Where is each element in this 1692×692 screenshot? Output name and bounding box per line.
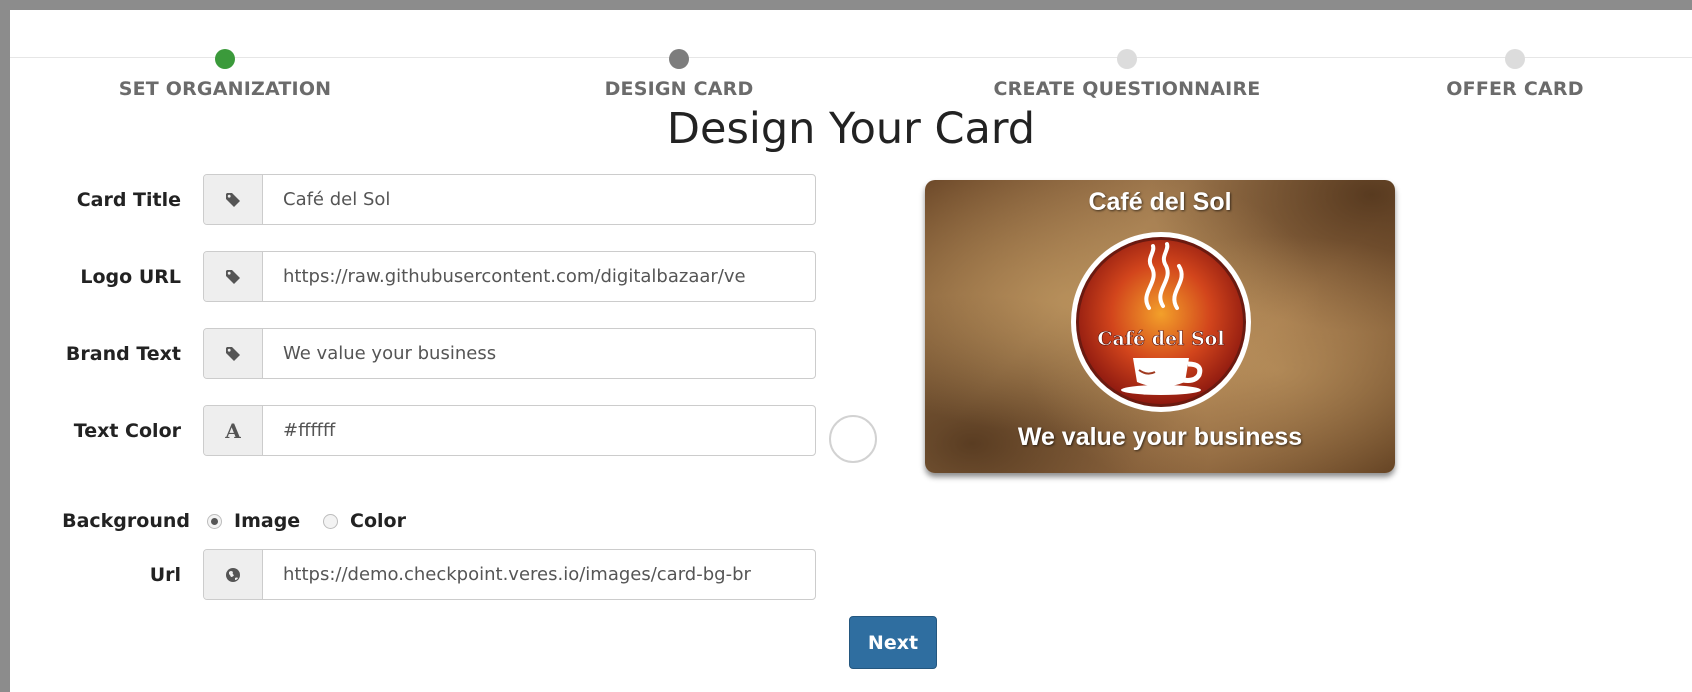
step-design-card[interactable]: DESIGN CARD	[529, 10, 829, 100]
step-dot-current	[669, 49, 689, 69]
card-logo-text: Café del Sol	[1097, 328, 1224, 350]
logo-url-input[interactable]	[263, 252, 815, 301]
step-dot-done	[215, 49, 235, 69]
card-preview-brand-text: We value your business	[1017, 423, 1303, 451]
text-color-input[interactable]	[263, 406, 815, 455]
step-label: OFFER CARD	[1446, 78, 1584, 100]
logo-url-input-group	[203, 251, 816, 302]
tag-icon	[204, 175, 263, 224]
card-title-label: Card Title	[76, 189, 181, 211]
text-color-label: Text Color	[73, 420, 181, 442]
background-color-option[interactable]: Color	[323, 506, 406, 536]
background-row: Background Image Color	[10, 506, 510, 536]
card-preview-title: Café del Sol	[1088, 188, 1232, 216]
radio-selected-icon[interactable]	[207, 513, 222, 529]
step-offer-card[interactable]: OFFER CARD	[1365, 10, 1665, 100]
card-preview: Café del Sol Café del Sol We value your …	[925, 180, 1395, 473]
cafe-logo-icon: Café del Sol	[1071, 232, 1251, 412]
step-dot-pending	[1505, 49, 1525, 69]
page-frame: SET ORGANIZATION DESIGN CARD CREATE QUES…	[10, 10, 1692, 692]
next-button[interactable]: Next	[849, 616, 937, 669]
step-label: CREATE QUESTIONNAIRE	[993, 78, 1261, 100]
globe-icon	[204, 550, 263, 599]
step-label: DESIGN CARD	[604, 78, 754, 100]
text-color-input-group: A	[203, 405, 816, 456]
radio-label-color: Color	[350, 510, 406, 532]
radio-unselected-icon[interactable]	[323, 513, 338, 529]
url-label: Url	[149, 564, 181, 586]
tag-icon	[204, 252, 263, 301]
color-swatch[interactable]	[829, 415, 877, 463]
brand-text-label: Brand Text	[65, 343, 181, 365]
logo-url-label: Logo URL	[80, 266, 181, 288]
step-set-organization[interactable]: SET ORGANIZATION	[75, 10, 375, 100]
step-create-questionnaire[interactable]: CREATE QUESTIONNAIRE	[977, 10, 1277, 100]
background-label: Background	[62, 510, 190, 532]
url-input[interactable]	[263, 550, 815, 599]
background-image-option[interactable]: Image	[207, 506, 300, 536]
step-dot-pending	[1117, 49, 1137, 69]
brand-text-input[interactable]	[263, 329, 815, 378]
card-title-input[interactable]	[263, 175, 815, 224]
tag-icon	[204, 329, 263, 378]
card-title-input-group	[203, 174, 816, 225]
step-label: SET ORGANIZATION	[118, 78, 332, 100]
brand-text-input-group	[203, 328, 816, 379]
radio-label-image: Image	[234, 510, 301, 532]
page-title: Design Your Card	[666, 104, 1036, 154]
font-letter-icon: A	[204, 406, 263, 455]
url-input-group	[203, 549, 816, 600]
